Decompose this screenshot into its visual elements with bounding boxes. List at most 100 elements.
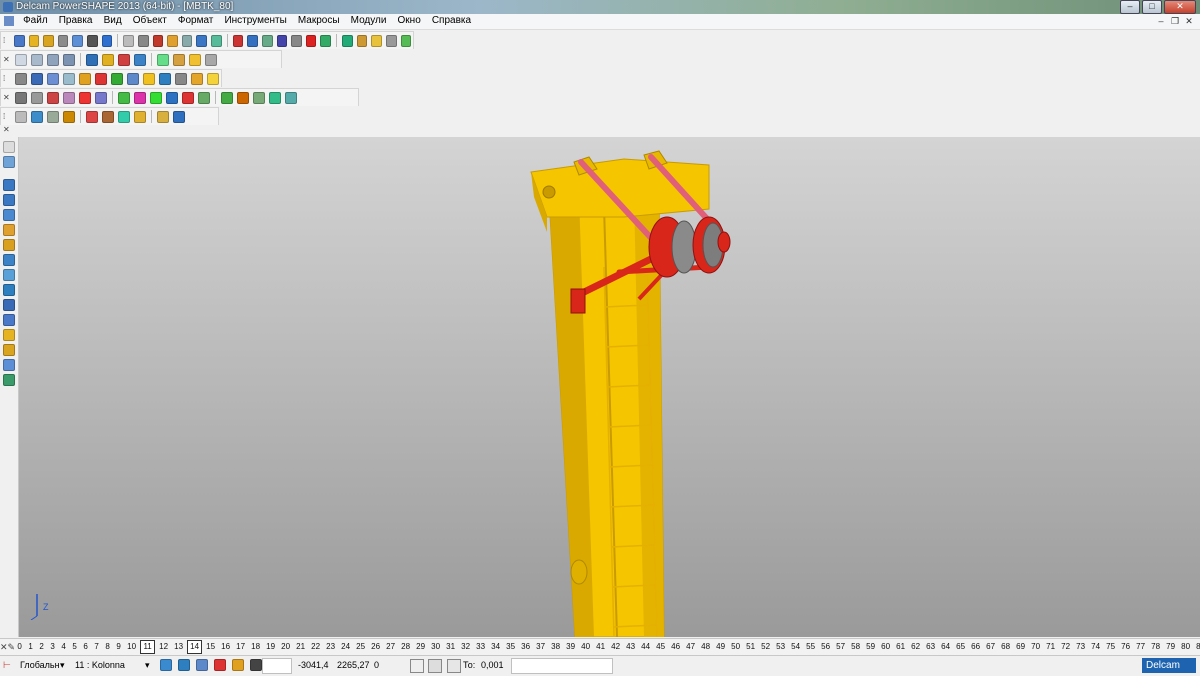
- layer-button[interactable]: 59: [864, 641, 877, 653]
- toolbar-tool-icon[interactable]: [31, 91, 43, 104]
- toolbar-tool-icon[interactable]: [167, 34, 178, 47]
- layer-button[interactable]: 19: [264, 641, 277, 653]
- layer-button[interactable]: 74: [1089, 641, 1102, 653]
- toolbar-tool-icon[interactable]: [47, 91, 59, 104]
- status-tool-icon[interactable]: [178, 659, 190, 671]
- layer-button[interactable]: 45: [654, 641, 667, 653]
- graphics-viewport[interactable]: Z: [19, 137, 1200, 637]
- toolbar-tool-icon[interactable]: [269, 91, 281, 104]
- layer-button[interactable]: 34: [489, 641, 502, 653]
- toolbar-tool-icon[interactable]: [118, 110, 130, 123]
- sidebar-tool-icon[interactable]: [3, 224, 15, 236]
- layer-button[interactable]: 29: [414, 641, 427, 653]
- toolbar-tool-icon[interactable]: [285, 91, 297, 104]
- toolbar-tool-icon[interactable]: [181, 34, 193, 47]
- layer-button[interactable]: 28: [399, 641, 412, 653]
- toolbar-tool-icon[interactable]: [79, 72, 91, 85]
- toolbar-tool-icon[interactable]: [207, 72, 219, 85]
- toolbar-tool-icon[interactable]: [205, 53, 217, 66]
- layer-button[interactable]: 49: [714, 641, 727, 653]
- layer-button[interactable]: 6: [81, 641, 90, 653]
- toolbar-tool-icon[interactable]: [63, 91, 75, 104]
- toolbar-grip-icon[interactable]: ⁞: [3, 72, 11, 85]
- layer-button[interactable]: 18: [249, 641, 262, 653]
- layer-button[interactable]: 25: [354, 641, 367, 653]
- toolbar-tool-icon[interactable]: [43, 34, 54, 47]
- layer-button[interactable]: 38: [549, 641, 562, 653]
- sidebar-tool-icon[interactable]: [3, 239, 15, 251]
- layer-button[interactable]: 48: [699, 641, 712, 653]
- toolbar-tool-icon[interactable]: [15, 110, 27, 123]
- layer-button[interactable]: 5: [70, 641, 79, 653]
- layer-button[interactable]: 71: [1044, 641, 1057, 653]
- layer-button[interactable]: 12: [157, 641, 170, 653]
- toolbar-tool-icon[interactable]: [13, 34, 25, 47]
- toolbar-tool-icon[interactable]: [134, 110, 146, 123]
- layer-button[interactable]: 22: [309, 641, 322, 653]
- layer-button[interactable]: 13: [172, 641, 185, 653]
- toolbar-tool-icon[interactable]: [237, 91, 249, 104]
- layer-button[interactable]: 73: [1074, 641, 1087, 653]
- toolbar-tool-icon[interactable]: [159, 72, 171, 85]
- toolbar-tool-icon[interactable]: [134, 91, 146, 104]
- layer-button[interactable]: 40: [579, 641, 592, 653]
- mdi-close-button[interactable]: ✕: [1182, 15, 1196, 27]
- toolbar-tool-icon[interactable]: [371, 34, 382, 47]
- sidebar-tool-icon[interactable]: [3, 156, 15, 168]
- layer-button[interactable]: 43: [624, 641, 637, 653]
- menu-format[interactable]: Формат: [174, 14, 218, 26]
- toolbar-tool-icon[interactable]: [356, 34, 368, 47]
- toolbar-tool-icon[interactable]: [166, 91, 178, 104]
- toolbar-tool-icon[interactable]: [15, 91, 27, 104]
- toolbar-close-icon[interactable]: ✕: [3, 91, 11, 104]
- layer-button[interactable]: 47: [684, 641, 697, 653]
- sidebar-tool-icon[interactable]: [3, 314, 15, 326]
- sidebar-tool-icon[interactable]: [3, 344, 15, 356]
- layer-button[interactable]: 52: [759, 641, 772, 653]
- toolbar-tool-icon[interactable]: [152, 34, 164, 47]
- layer-button[interactable]: 69: [1014, 641, 1027, 653]
- menu-macros[interactable]: Макросы: [294, 14, 344, 26]
- toolbar-tool-icon[interactable]: [63, 53, 75, 66]
- toolbar-tool-icon[interactable]: [111, 72, 123, 85]
- layer-button[interactable]: 77: [1134, 641, 1147, 653]
- layer-button[interactable]: 14: [187, 640, 203, 654]
- toolbar-tool-icon[interactable]: [95, 72, 107, 85]
- layer-button[interactable]: 2: [37, 641, 46, 653]
- toolbar-tool-icon[interactable]: [79, 91, 91, 104]
- toolbar-tool-icon[interactable]: [157, 110, 169, 123]
- toolbar-tool-icon[interactable]: [261, 34, 273, 47]
- toolbar-tool-icon[interactable]: [123, 34, 134, 47]
- toolbar-tool-icon[interactable]: [118, 53, 130, 66]
- layer-button[interactable]: 20: [279, 641, 292, 653]
- close-button[interactable]: ✕: [1164, 0, 1196, 14]
- toolbar-tool-icon[interactable]: [102, 53, 114, 66]
- toolbar-tool-icon[interactable]: [57, 34, 69, 47]
- sidebar-tool-icon[interactable]: [3, 254, 15, 266]
- layer-button[interactable]: 10: [125, 641, 138, 653]
- toolbar-tool-icon[interactable]: [86, 110, 98, 123]
- toolbar-tool-icon[interactable]: [232, 34, 244, 47]
- toolbar-tool-icon[interactable]: [173, 53, 185, 66]
- layer-button[interactable]: 9: [114, 641, 123, 653]
- toolbar-tool-icon[interactable]: [320, 34, 332, 47]
- sidebar-tool-icon[interactable]: [3, 374, 15, 386]
- toolbar-tool-icon[interactable]: [143, 72, 155, 85]
- toolbar-tool-icon[interactable]: [305, 34, 317, 47]
- layer-button[interactable]: 72: [1059, 641, 1072, 653]
- layer-button[interactable]: 27: [384, 641, 397, 653]
- layer-button[interactable]: 42: [609, 641, 622, 653]
- status-tool-icon[interactable]: [196, 659, 208, 671]
- toolbar-tool-icon[interactable]: [102, 110, 114, 123]
- layer-button[interactable]: 1: [26, 641, 35, 653]
- toolbar-tool-icon[interactable]: [47, 72, 59, 85]
- toolbar-tool-icon[interactable]: [15, 72, 27, 85]
- menu-tools[interactable]: Инструменты: [220, 14, 290, 26]
- toolbar-tool-icon[interactable]: [15, 53, 27, 66]
- layer-button[interactable]: 68: [999, 641, 1012, 653]
- toolbar-tool-icon[interactable]: [134, 53, 146, 66]
- toolbar-grip-icon[interactable]: ⁞: [3, 34, 10, 47]
- layer-button[interactable]: 41: [594, 641, 607, 653]
- toolbar-tool-icon[interactable]: [31, 72, 43, 85]
- toolbar-tool-icon[interactable]: [63, 72, 75, 85]
